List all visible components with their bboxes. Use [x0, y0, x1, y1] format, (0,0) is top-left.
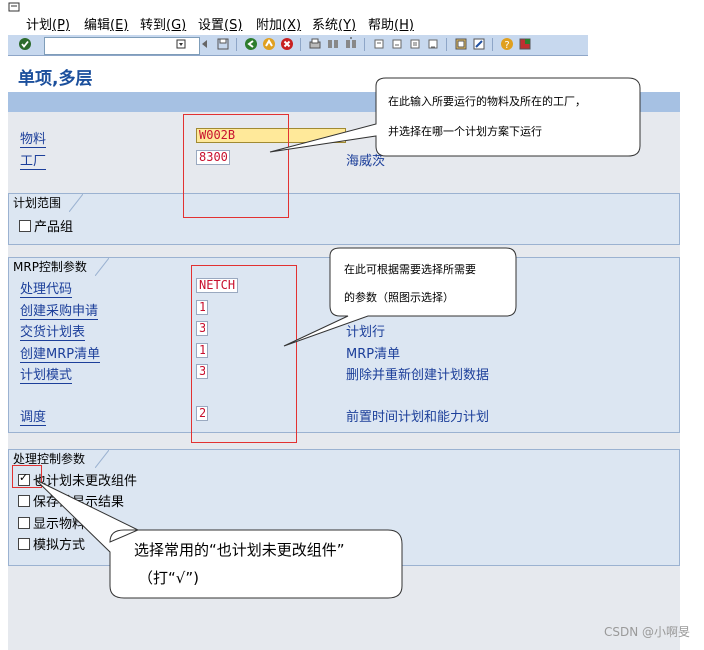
menu-goto[interactable]: 转到(G): [140, 14, 186, 33]
back-arrow-small-icon[interactable]: [198, 37, 212, 51]
callout-material-line1: 在此输入所要运行的物料及所在的工厂，: [388, 95, 586, 108]
back-icon[interactable]: [244, 37, 258, 51]
callout-checkbox-line2: （打“√”): [138, 569, 199, 587]
checkbox-box[interactable]: [18, 495, 30, 507]
plant-label: 工厂: [20, 150, 47, 170]
menu-edit[interactable]: 编辑(E): [84, 14, 128, 33]
menu-bar: 计划(P) 编辑(E) 转到(G) 设置(S) 附加(X) 系统(Y) 帮助(H…: [0, 12, 704, 33]
save-icon[interactable]: [216, 37, 230, 51]
enter-check-icon[interactable]: [18, 37, 32, 51]
find-icon[interactable]: [326, 37, 340, 51]
checkbox-box[interactable]: [18, 517, 30, 529]
scheduling-label: 调度: [20, 406, 47, 426]
scheduling-description: 前置时间计划和能力计划: [346, 410, 490, 425]
watermark: CSDN @小啊旻: [603, 625, 690, 639]
planning-mode-description: 删除并重新创建计划数据: [346, 368, 490, 383]
material-label: 物料: [20, 128, 47, 148]
menu-system[interactable]: 系统(Y): [312, 14, 356, 33]
callout-checkbox-line1: 选择常用的“也计划未更改组件”: [134, 541, 345, 559]
create-mrp-list-description: MRP清单: [346, 347, 401, 362]
last-page-icon[interactable]: [426, 37, 440, 51]
planning-mode-label: 计划模式: [20, 364, 73, 384]
simulation-mode-checkbox[interactable]: 模拟方式: [18, 534, 85, 553]
schedule-lines-label: 交货计划表: [20, 321, 86, 341]
highlight-header-fields: [183, 114, 289, 218]
help-icon[interactable]: ?: [500, 37, 514, 51]
checkbox-box[interactable]: [18, 538, 30, 550]
callout-mrp-line2: 的参数（照图示选择）: [344, 291, 454, 304]
product-group-checkbox[interactable]: 产品组: [19, 216, 73, 235]
find-next-icon[interactable]: [344, 37, 358, 51]
menu-help[interactable]: 帮助(H): [368, 14, 414, 33]
shortcut-icon[interactable]: [472, 37, 486, 51]
group-tab-edge: [69, 194, 83, 212]
print-icon[interactable]: [308, 37, 322, 51]
group-title-planning-scope: 计划范围: [9, 194, 70, 212]
toolbar-separator: [236, 38, 237, 51]
callout-mrp-line1: 在此可根据需要选择所需要: [344, 263, 476, 276]
next-page-icon[interactable]: [408, 37, 422, 51]
create-session-icon[interactable]: [454, 37, 468, 51]
highlight-mrp-values: [191, 265, 297, 443]
create-purchase-req-label: 创建采购申请: [20, 300, 99, 320]
menu-extras[interactable]: 附加(X): [256, 14, 301, 33]
standard-toolbar: ?: [8, 34, 588, 56]
cancel-icon[interactable]: [280, 37, 294, 51]
processing-key-label: 处理代码: [20, 278, 73, 298]
svg-text:?: ?: [504, 40, 509, 51]
group-tab-edge: [95, 258, 109, 276]
window-menu-icon[interactable]: [8, 2, 22, 12]
schedule-lines-description: 计划行: [346, 325, 386, 340]
callout-material-line2: 并选择在哪一个计划方案下运行: [388, 125, 542, 138]
group-tab-edge: [95, 450, 109, 468]
toolbar-separator: [364, 38, 365, 51]
highlight-checkbox: [12, 465, 42, 488]
plant-description: 海威茨: [346, 154, 386, 169]
create-mrp-list-label: 创建MRP清单: [20, 343, 101, 363]
first-page-icon[interactable]: [372, 37, 386, 51]
checkbox-box[interactable]: [19, 220, 31, 232]
toolbar-separator: [446, 38, 447, 51]
toolbar-separator: [300, 38, 301, 51]
toolbar-separator: [492, 38, 493, 51]
command-dropdown-icon[interactable]: [174, 37, 188, 51]
group-planning-scope: 计划范围 产品组: [8, 193, 680, 245]
group-mrp-control: MRP控制参数: [8, 257, 680, 433]
page-title: 单项,多层: [18, 69, 93, 89]
display-material-list-checkbox[interactable]: 显示物料清单: [18, 513, 111, 532]
layout-menu-icon[interactable]: [518, 37, 532, 51]
display-results-before-save-checkbox[interactable]: 保存前显示结果: [18, 491, 124, 510]
previous-page-icon[interactable]: [390, 37, 404, 51]
menu-settings[interactable]: 设置(S): [198, 14, 242, 33]
group-title-mrp-control: MRP控制参数: [9, 258, 95, 276]
exit-icon[interactable]: [262, 37, 276, 51]
menu-plan[interactable]: 计划(P): [26, 14, 70, 33]
